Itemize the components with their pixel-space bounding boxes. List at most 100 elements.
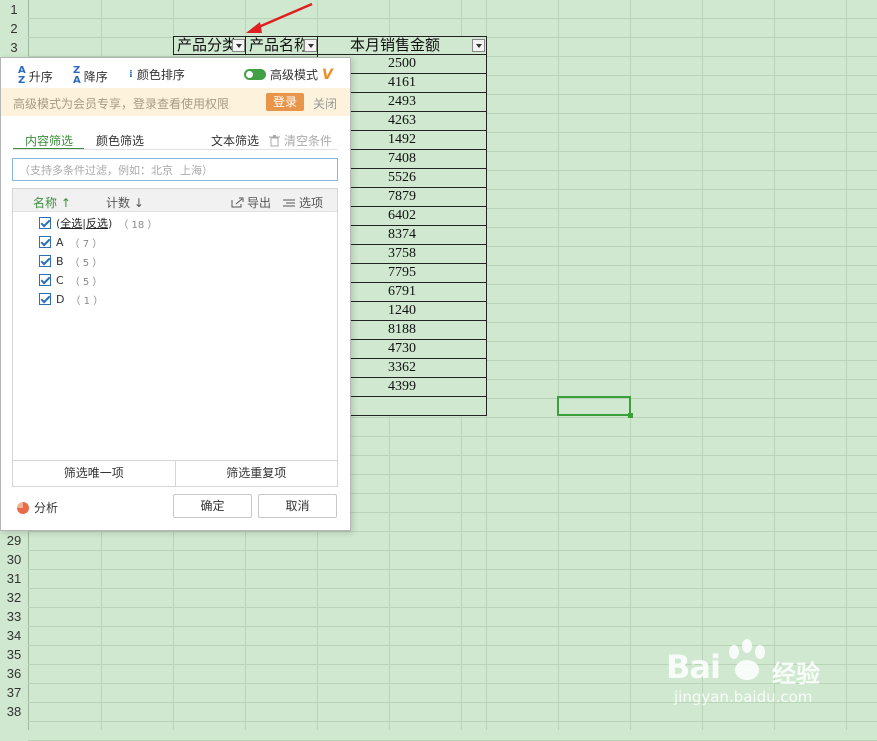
checkbox-checked-icon[interactable] <box>39 293 51 305</box>
tab-content-filter[interactable]: 内容筛选 <box>25 132 73 149</box>
sort-descending-label: 降序 <box>83 69 108 84</box>
row-number[interactable]: 30 <box>0 550 28 569</box>
close-banner-button[interactable]: 关闭 <box>313 95 337 112</box>
row-number[interactable]: 3 <box>0 38 28 57</box>
filter-unique-button[interactable]: 筛选唯一项 <box>13 461 175 486</box>
baidu-jingyan-watermark: Bai 经验 jingyan.baidu.com <box>666 634 866 714</box>
item-label: A <box>56 235 64 249</box>
item-label: D <box>56 292 65 306</box>
grid-line <box>28 588 877 589</box>
grid-line <box>28 550 877 551</box>
login-button[interactable]: 登录 <box>266 93 304 111</box>
advanced-mode-toggle[interactable]: 高级模式 V <box>244 66 333 83</box>
list-item[interactable]: A （ 7 ） <box>39 234 102 250</box>
list-item[interactable]: D （ 1 ） <box>39 291 103 307</box>
list-item[interactable]: B （ 5 ） <box>39 253 102 269</box>
list-item[interactable]: C （ 5 ） <box>39 272 102 288</box>
header-sales-text: 本月销售金额 <box>349 38 440 54</box>
export-label: 导出 <box>247 196 272 210</box>
checkbox-checked-icon[interactable] <box>39 236 51 248</box>
filter-dropdown-button-product[interactable] <box>304 39 317 52</box>
sort-za-icon: ZA <box>73 65 81 86</box>
search-input[interactable] <box>17 160 337 181</box>
filter-panel: AZ 升序 ZA 降序 ⁞ 颜色排序 高级模式 V 高级模式为会员专享，登录查看… <box>0 57 351 531</box>
select-all-link[interactable]: 全选 <box>60 217 82 230</box>
checkbox-checked-icon[interactable] <box>39 255 51 267</box>
grid-line <box>630 0 631 730</box>
clear-conditions-button[interactable]: 清空条件 <box>269 132 332 149</box>
search-box <box>12 158 338 181</box>
list-header: 名称 ↑ 计数 ↓ 导出 选项 <box>13 189 337 212</box>
item-count: （ 5 ） <box>69 257 103 269</box>
header-cell-sales[interactable]: 本月销售金额 <box>317 36 487 55</box>
options-label: 选项 <box>299 196 324 210</box>
row-number[interactable]: 31 <box>0 569 28 588</box>
color-sort-label: 颜色排序 <box>136 68 185 82</box>
column-name-sort[interactable]: 名称 ↑ <box>33 194 71 211</box>
banner-text: 高级模式为会员专享，登录查看使用权限 <box>13 97 230 111</box>
grid-line <box>28 569 877 570</box>
toggle-switch-icon <box>244 69 266 80</box>
selected-cell[interactable] <box>557 396 633 418</box>
filter-dropdown-button-category[interactable] <box>232 39 245 52</box>
clear-conditions-label: 清空条件 <box>284 134 333 148</box>
row-number[interactable]: 29 <box>0 531 28 550</box>
trash-icon <box>269 134 280 146</box>
analysis-button[interactable]: 分析 <box>17 499 58 516</box>
row-number[interactable]: 37 <box>0 683 28 702</box>
grid-line <box>28 607 877 608</box>
color-sort-button[interactable]: ⁞ 颜色排序 <box>129 66 185 83</box>
row-number[interactable]: 36 <box>0 664 28 683</box>
row-number[interactable]: 1 <box>0 0 28 19</box>
watermark-brand: Bai <box>666 648 721 686</box>
list-item-select-all[interactable]: (全选|反选) （ 18 ） <box>39 215 157 231</box>
advanced-mode-label: 高级模式 <box>270 68 319 82</box>
checkbox-checked-icon[interactable] <box>39 274 51 286</box>
row-number[interactable]: 2 <box>0 19 28 38</box>
analysis-label: 分析 <box>34 501 59 515</box>
header-product-text: 产品名称 <box>249 38 310 54</box>
row-number[interactable]: 38 <box>0 702 28 721</box>
filter-dropdown-button-sales[interactable] <box>472 39 485 52</box>
item-label: C <box>56 273 64 287</box>
item-count: （ 1 ） <box>70 295 104 307</box>
sort-ascending-button[interactable]: AZ 升序 <box>18 66 53 86</box>
sort-az-icon: AZ <box>18 65 26 86</box>
vip-icon: V <box>322 66 333 83</box>
header-cell-category[interactable]: 产品分类 <box>173 36 246 55</box>
member-banner: 高级模式为会员专享，登录查看使用权限 登录 关闭 <box>1 88 350 116</box>
item-count: （ 7 ） <box>69 238 103 250</box>
item-count: （ 5 ） <box>69 276 103 288</box>
sort-descending-button[interactable]: ZA 降序 <box>73 66 108 86</box>
grid-line <box>558 0 559 730</box>
grid-line <box>846 0 847 730</box>
filter-duplicate-button[interactable]: 筛选重复项 <box>174 461 338 486</box>
grid-line <box>28 721 877 722</box>
header-category-text: 产品分类 <box>177 38 238 54</box>
panel-toolbar: AZ 升序 ZA 降序 ⁞ 颜色排序 高级模式 V <box>1 58 350 88</box>
paw-logo-icon <box>729 639 765 680</box>
watermark-url: jingyan.baidu.com <box>674 688 813 706</box>
invert-selection-link[interactable]: 反选 <box>86 217 108 230</box>
ok-button[interactable]: 确定 <box>173 494 252 518</box>
checkbox-checked-icon[interactable] <box>39 217 51 229</box>
sort-ascending-label: 升序 <box>28 69 53 84</box>
filter-actions-row: 筛选唯一项 筛选重复项 <box>12 461 338 487</box>
row-number[interactable]: 32 <box>0 588 28 607</box>
export-icon <box>231 197 244 208</box>
item-label: B <box>56 254 64 268</box>
total-count: （ 18 ） <box>118 219 158 231</box>
text-filter-button[interactable]: 文本筛选 <box>211 132 259 149</box>
row-number[interactable]: 34 <box>0 626 28 645</box>
pie-chart-icon <box>17 501 29 514</box>
row-number[interactable]: 35 <box>0 645 28 664</box>
row-number[interactable]: 33 <box>0 607 28 626</box>
tab-color-filter[interactable]: 颜色筛选 <box>96 132 144 149</box>
value-list: 名称 ↑ 计数 ↓ 导出 选项 (全选|反选) （ 18 ） A （ 7 ） B… <box>12 188 338 461</box>
cancel-button[interactable]: 取消 <box>258 494 337 518</box>
export-button[interactable]: 导出 <box>231 194 271 211</box>
options-button[interactable]: 选项 <box>283 194 323 211</box>
grid-line <box>28 18 877 19</box>
color-sort-icon: ⁞ <box>129 69 133 80</box>
column-count-sort[interactable]: 计数 ↓ <box>106 194 144 211</box>
